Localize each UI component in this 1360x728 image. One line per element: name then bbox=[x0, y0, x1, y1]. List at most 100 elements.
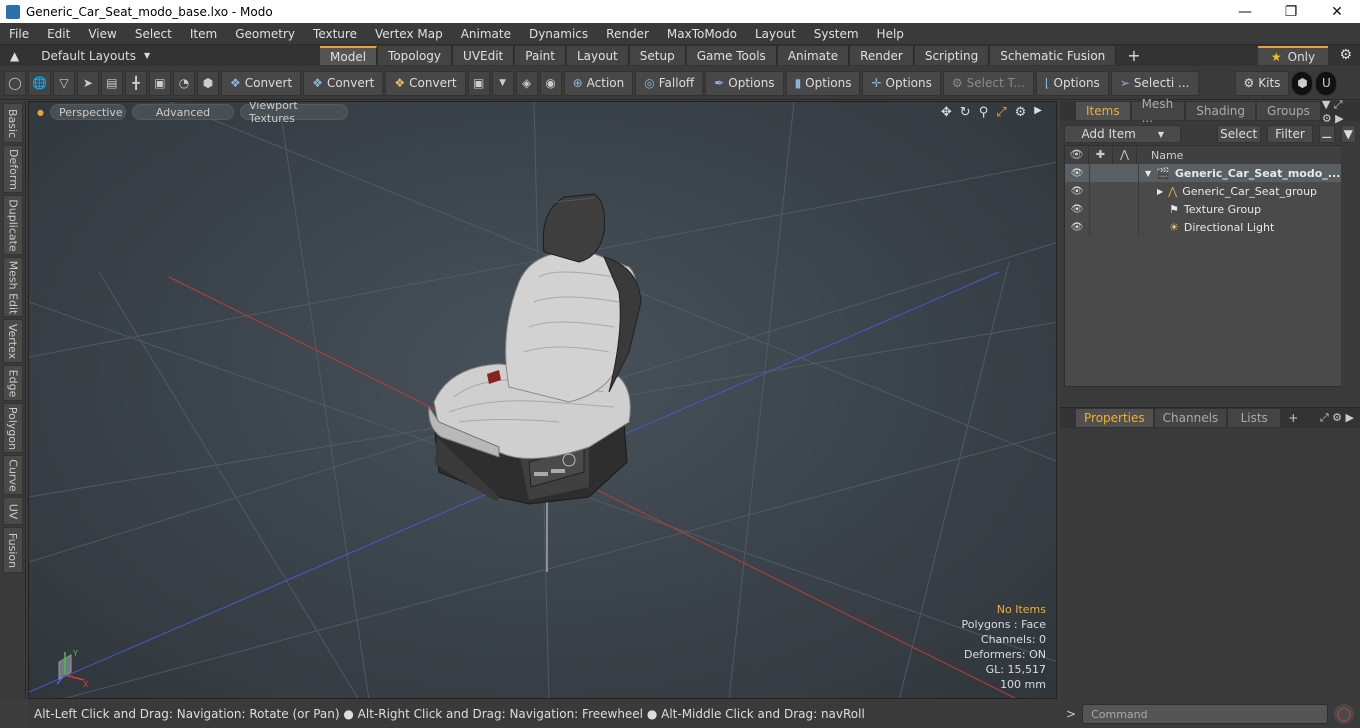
chevron-down-icon[interactable]: ▼ bbox=[491, 70, 514, 96]
tab-groups[interactable]: Groups bbox=[1257, 102, 1320, 120]
lock-column-icon[interactable]: ✚ bbox=[1089, 146, 1113, 164]
list-item[interactable]: 👁 ▼ 🎬 Generic_Car_Seat_modo_... bbox=[1065, 164, 1341, 182]
tab-schematic-fusion[interactable]: Schematic Fusion bbox=[990, 46, 1117, 65]
select-materials-icon[interactable]: ▤ bbox=[100, 70, 123, 96]
minimize-button[interactable]: — bbox=[1222, 0, 1268, 23]
add-tab-button[interactable]: + bbox=[1117, 46, 1150, 65]
menu-file[interactable]: File bbox=[0, 27, 38, 41]
close-button[interactable]: ✕ bbox=[1314, 0, 1360, 23]
filter-button[interactable]: Filter bbox=[1266, 125, 1314, 143]
menu-vertex-map[interactable]: Vertex Map bbox=[366, 27, 452, 41]
select-through-button[interactable]: ⚙ Select T... bbox=[942, 70, 1034, 96]
menu-select[interactable]: Select bbox=[126, 27, 181, 41]
only-toggle[interactable]: ★ Only bbox=[1258, 46, 1328, 65]
symmetry-icon[interactable]: ◈ bbox=[515, 70, 538, 96]
convert-button-2[interactable]: ❖ Convert bbox=[303, 70, 384, 96]
options-button-4[interactable]: ⌊ Options bbox=[1035, 70, 1109, 96]
3d-viewport[interactable]: Y X ● Perspective Advanced Viewport Text… bbox=[28, 101, 1057, 699]
selection-button[interactable]: ➢ Selecti ... bbox=[1110, 70, 1199, 96]
record-macro-icon[interactable]: ◯ bbox=[1334, 704, 1355, 724]
select-button[interactable]: Select bbox=[1216, 125, 1261, 143]
menu-maxtomodo[interactable]: MaxToModo bbox=[658, 27, 746, 41]
menu-edit[interactable]: Edit bbox=[38, 27, 79, 41]
maximize-button[interactable]: ❐ bbox=[1268, 0, 1314, 23]
pan-icon[interactable]: ✥ bbox=[941, 105, 952, 120]
tab-mesh[interactable]: Mesh ... bbox=[1131, 97, 1185, 125]
tab-paint[interactable]: Paint bbox=[515, 46, 566, 65]
expand-arrow-icon[interactable]: ▼ bbox=[1145, 169, 1151, 178]
axis-column-icon[interactable]: ⋀ bbox=[1113, 146, 1137, 164]
eye-icon[interactable]: 👁 bbox=[1065, 204, 1089, 215]
unreal-icon[interactable]: U bbox=[1315, 70, 1338, 96]
action-center-button[interactable]: ⊕ Action bbox=[563, 70, 634, 96]
center-icon[interactable]: ╋ bbox=[124, 70, 147, 96]
panel-options-icons[interactable]: ▼ ⤢ ⚙ ▶ bbox=[1322, 98, 1360, 125]
add-item-button[interactable]: Add Item ▼ bbox=[1064, 125, 1182, 143]
options-button-1[interactable]: ✒ Options bbox=[705, 70, 784, 96]
vtab-duplicate[interactable]: Duplicate bbox=[3, 195, 23, 255]
list-item[interactable]: 👁 ▶ ⋀ Generic_Car_Seat_group bbox=[1065, 182, 1341, 200]
snapping-icon[interactable]: ◉ bbox=[539, 70, 562, 96]
menu-layout[interactable]: Layout bbox=[746, 27, 805, 41]
tab-items[interactable]: Items bbox=[1076, 102, 1130, 120]
funnel-icon[interactable]: ▼ bbox=[1340, 125, 1357, 143]
select-polygons-icon[interactable]: ▽ bbox=[52, 70, 75, 96]
eye-icon[interactable]: 👁 bbox=[1065, 168, 1089, 179]
item-list-scrollbar[interactable] bbox=[1341, 146, 1355, 388]
rotate-icon[interactable]: ↻ bbox=[960, 105, 971, 120]
menu-texture[interactable]: Texture bbox=[304, 27, 366, 41]
tab-shading[interactable]: Shading bbox=[1186, 102, 1256, 120]
convert-button-1[interactable]: ❖ Convert bbox=[220, 70, 302, 96]
vtab-basic[interactable]: Basic bbox=[3, 103, 23, 143]
perspective-button[interactable]: Perspective bbox=[49, 104, 126, 120]
menu-render[interactable]: Render bbox=[597, 27, 658, 41]
eye-icon[interactable]: 👁 bbox=[1065, 186, 1089, 197]
options-button-3[interactable]: ✛ Options bbox=[862, 70, 941, 96]
menu-dynamics[interactable]: Dynamics bbox=[520, 27, 597, 41]
panel-options-icons[interactable]: ⤢ ⚙ ▶ bbox=[1320, 411, 1360, 425]
vtab-deform[interactable]: Deform bbox=[3, 145, 23, 193]
tab-model[interactable]: Model bbox=[320, 46, 378, 65]
menu-system[interactable]: System bbox=[805, 27, 868, 41]
tab-animate[interactable]: Animate bbox=[777, 46, 850, 65]
menu-item[interactable]: Item bbox=[181, 27, 226, 41]
vtab-fusion[interactable]: Fusion bbox=[3, 527, 23, 573]
options-button-2[interactable]: ▮ Options bbox=[785, 70, 861, 96]
add-tab-button[interactable]: + bbox=[1282, 411, 1298, 425]
tab-lists[interactable]: Lists bbox=[1228, 409, 1281, 427]
eye-icon[interactable]: 👁 bbox=[1065, 222, 1089, 233]
mesh-cube-icon[interactable]: ▣ bbox=[467, 70, 490, 96]
tab-topology[interactable]: Topology bbox=[378, 46, 453, 65]
menu-animate[interactable]: Animate bbox=[452, 27, 520, 41]
circle-icon[interactable]: ◔ bbox=[172, 70, 195, 96]
tab-properties[interactable]: Properties bbox=[1076, 409, 1153, 427]
gear-icon[interactable]: ⚙ bbox=[1339, 47, 1352, 63]
viewport-menu-arrow-icon[interactable]: ▶ bbox=[1034, 105, 1042, 120]
convert-button-3[interactable]: ❖ Convert bbox=[385, 70, 466, 96]
select-items-icon[interactable]: ➤ bbox=[76, 70, 99, 96]
viewport-textures-button[interactable]: Viewport Textures bbox=[239, 102, 348, 125]
menu-view[interactable]: View bbox=[79, 27, 125, 41]
vtab-vertex[interactable]: Vertex bbox=[3, 319, 23, 363]
falloff-button[interactable]: ◎ Falloff bbox=[635, 70, 704, 96]
vtab-mesh-edit[interactable]: Mesh Edit bbox=[3, 257, 23, 317]
advanced-button[interactable]: Advanced bbox=[131, 104, 234, 120]
collapse-arrow-icon[interactable]: ▶ bbox=[1157, 187, 1163, 196]
vtab-edge[interactable]: Edge bbox=[3, 365, 23, 401]
viewport-menu-dot-icon[interactable]: ● bbox=[37, 108, 44, 117]
list-item[interactable]: 👁 ☀ Directional Light bbox=[1065, 218, 1341, 236]
vtab-polygon[interactable]: Polygon bbox=[3, 403, 23, 453]
unity-icon[interactable]: ⬢ bbox=[1291, 70, 1314, 96]
list-item[interactable]: 👁 ⚑ Texture Group bbox=[1065, 200, 1341, 218]
tab-layout[interactable]: Layout bbox=[566, 46, 629, 65]
tab-scripting[interactable]: Scripting bbox=[914, 46, 990, 65]
vtab-curve[interactable]: Curve bbox=[3, 455, 23, 495]
zoom-icon[interactable]: ⚲ bbox=[979, 105, 989, 120]
tab-render[interactable]: Render bbox=[850, 46, 914, 65]
menu-help[interactable]: Help bbox=[868, 27, 913, 41]
pivot-icon[interactable]: ▣ bbox=[148, 70, 171, 96]
visibility-column-icon[interactable]: 👁 bbox=[1065, 146, 1089, 164]
kits-button[interactable]: ⚙ Kits bbox=[1234, 70, 1290, 96]
tab-uvedit[interactable]: UVEdit bbox=[453, 46, 515, 65]
select-vertices-icon[interactable]: ◯ bbox=[4, 70, 26, 96]
